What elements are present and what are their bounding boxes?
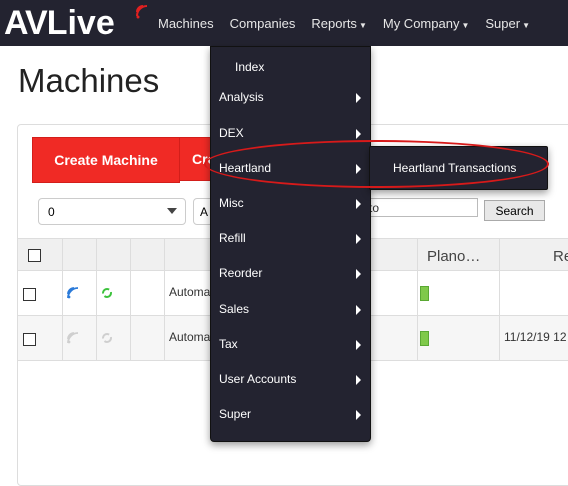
chevron-right-icon (356, 269, 361, 279)
menu-item-label: Refill (219, 231, 246, 245)
sync-icon (102, 333, 112, 343)
table-cell (499, 271, 500, 315)
menu-item-refill[interactable]: Refill (211, 223, 370, 253)
chevron-down-icon (167, 208, 177, 214)
top-navbar: AV Live Machines Companies Reports ▼ My C… (0, 0, 568, 46)
menu-item-misc[interactable]: Misc (211, 188, 370, 218)
machine-type: Automa (169, 330, 211, 344)
table-header-cell (96, 239, 97, 271)
menu-item-label: DEX (219, 126, 244, 140)
table-cell (62, 271, 63, 315)
chevron-right-icon (356, 164, 361, 174)
caret-down-icon: ▼ (522, 20, 530, 30)
caret-down-icon: ▼ (358, 20, 367, 30)
chevron-right-icon (356, 410, 361, 420)
signal-icon (67, 332, 79, 344)
create-machine-button[interactable]: Create Machine (32, 137, 180, 183)
page-title: Machines (18, 62, 160, 99)
signal-icon (67, 287, 79, 299)
table-cell (130, 271, 131, 315)
menu-item-label: Super (219, 407, 252, 421)
nav-reports-label: Reports (311, 15, 357, 31)
menu-item-sales[interactable]: Sales (211, 294, 370, 324)
heartland-submenu: Heartland Transactions (369, 146, 548, 190)
menu-item-analysis[interactable]: Analysis (211, 82, 370, 112)
stock-level-bar (420, 286, 429, 301)
table-cell (164, 271, 165, 315)
menu-item-label: Reorder (219, 266, 263, 280)
menu-item-index[interactable]: Index (211, 52, 370, 82)
logo-signal-icon (136, 5, 148, 19)
last-column-header[interactable]: Re (553, 248, 568, 265)
chevron-right-icon (356, 375, 361, 385)
table-header-cell (417, 239, 418, 271)
table-header-cell (499, 239, 500, 271)
menu-item-dex[interactable]: DEX (211, 118, 370, 148)
logo-text-av: AV (4, 3, 48, 42)
menu-item-label: Index (235, 60, 265, 74)
row-checkbox[interactable] (23, 288, 36, 301)
search-button[interactable]: Search (484, 200, 545, 221)
nav-super-label: Super (485, 15, 521, 31)
chevron-right-icon (356, 199, 361, 209)
table-cell (417, 316, 418, 360)
row-checkbox[interactable] (23, 333, 36, 346)
table-cell (62, 316, 63, 360)
nav-my-company[interactable]: My Company ▼ (375, 16, 478, 31)
search-input[interactable] (364, 198, 478, 217)
row-date: 11/12/19 12 (504, 330, 567, 344)
nav-my-company-label: My Company (382, 15, 460, 31)
nav-companies-label: Companies (229, 15, 296, 31)
menu-item-heartland-transactions[interactable]: Heartland Transactions (370, 147, 547, 189)
planogram-header[interactable]: Plano… (427, 248, 480, 265)
nav-machines[interactable]: Machines (150, 16, 222, 31)
caret-down-icon: ▼ (461, 20, 470, 30)
chevron-right-icon (356, 93, 361, 103)
table-cell (499, 316, 500, 360)
table-cell (96, 316, 97, 360)
menu-item-label: Heartland (219, 161, 272, 175)
menu-item-user-accounts[interactable]: User Accounts (211, 364, 370, 394)
reports-dropdown-menu: Index Analysis DEX Heartland Misc Refill… (210, 46, 371, 442)
sync-icon (102, 288, 112, 298)
menu-item-reorder[interactable]: Reorder (211, 258, 370, 288)
menu-item-label: Analysis (219, 90, 264, 104)
table-header-cell (62, 239, 63, 271)
nav-super[interactable]: Super ▼ (477, 16, 538, 31)
menu-item-tax[interactable]: Tax (211, 329, 370, 359)
menu-item-heartland[interactable]: Heartland (211, 153, 370, 183)
table-cell (164, 316, 165, 360)
menu-item-label: Sales (219, 302, 250, 316)
table-header-cell (164, 239, 165, 271)
page-size-value: 0 (48, 204, 55, 219)
chevron-right-icon (356, 129, 361, 139)
avlive-logo[interactable]: AV Live (4, 3, 115, 43)
chevron-right-icon (356, 305, 361, 315)
menu-item-label: Misc (219, 196, 244, 210)
nav-menu: Machines Companies Reports ▼ My Company ▼ … (150, 0, 538, 46)
nav-companies[interactable]: Companies (222, 16, 304, 31)
menu-item-super[interactable]: Super (211, 399, 370, 429)
logo-text-live: Live (46, 3, 115, 42)
submenu-item-label: Heartland Transactions (393, 161, 517, 175)
table-cell (417, 271, 418, 315)
menu-item-label: User Accounts (219, 372, 297, 386)
chevron-right-icon (356, 234, 361, 244)
filter-select-value: A (200, 204, 209, 219)
nav-reports[interactable]: Reports ▼ (303, 16, 374, 31)
machine-type: Automa (169, 285, 211, 299)
nav-machines-label: Machines (158, 15, 214, 31)
table-cell (96, 271, 97, 315)
table-header-cell (130, 239, 131, 271)
stock-level-bar (420, 331, 429, 346)
menu-item-label: Tax (219, 337, 238, 351)
select-all-checkbox[interactable] (28, 249, 41, 262)
page-size-select[interactable]: 0 (38, 198, 186, 225)
table-cell (130, 316, 131, 360)
chevron-right-icon (356, 340, 361, 350)
